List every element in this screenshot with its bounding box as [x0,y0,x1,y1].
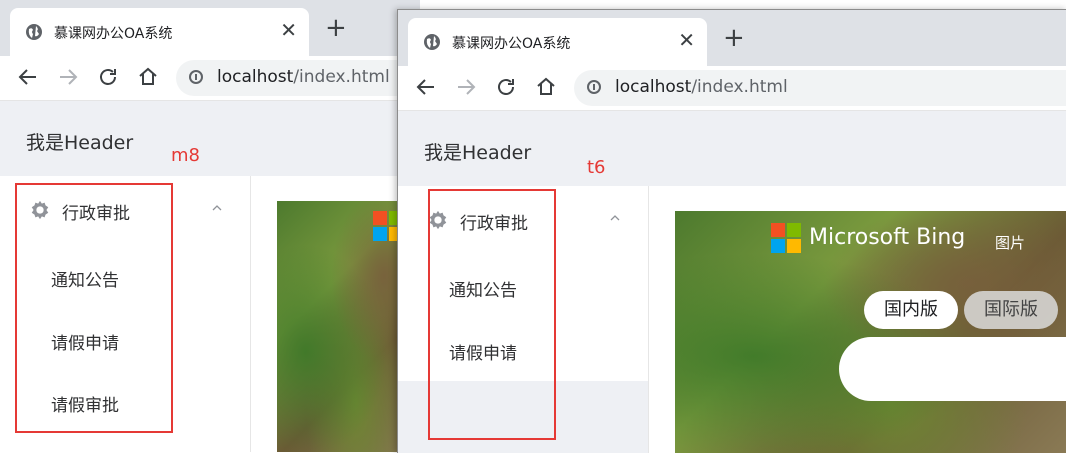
tab-title: 慕课网办公OA系统 [452,36,571,52]
main-content: Microsoft Bing 图片 国内版 国际版 [648,186,1066,453]
tab-international[interactable]: 国际版 [964,291,1058,329]
main-content [250,176,420,452]
page-header: 我是Header [26,132,134,154]
home-icon[interactable] [534,75,558,99]
chevron-up-icon [212,205,222,211]
reload-icon[interactable] [494,75,518,99]
globe-icon [26,24,42,40]
browser-toolbar: localhost/index.html [0,56,420,101]
bing-images-link[interactable]: 图片 [995,232,1025,253]
bing-brand[interactable]: Microsoft Bing [809,225,965,250]
url-text: localhost/index.html [615,77,788,97]
bing-search-input[interactable] [839,337,1066,401]
site-info-icon[interactable] [189,70,203,84]
bing-background-image: Microsoft Bing 图片 国内版 国际版 [675,211,1066,453]
microsoft-logo [771,223,802,254]
new-tab-button[interactable]: + [325,15,347,41]
tab-strip: 慕课网办公OA系统 ✕ + [0,0,420,56]
site-info-icon[interactable] [587,80,601,94]
reload-icon[interactable] [96,65,120,89]
home-icon[interactable] [136,65,160,89]
tab-title: 慕课网办公OA系统 [54,26,173,42]
chevron-up-icon [610,215,620,221]
annotation-label-t6: t6 [587,157,606,178]
annotation-box-m8 [15,183,173,433]
forward-icon[interactable] [454,75,478,99]
new-tab-button[interactable]: + [723,25,745,51]
close-tab-icon[interactable]: ✕ [678,30,695,50]
address-bar[interactable]: localhost/index.html [574,70,1066,106]
close-tab-icon[interactable]: ✕ [280,20,297,40]
browser-toolbar: localhost/index.html [398,66,1066,111]
forward-icon[interactable] [56,65,80,89]
browser-tab[interactable]: 慕课网办公OA系统 ✕ [10,8,309,56]
back-icon[interactable] [16,65,40,89]
url-text: localhost/index.html [217,67,390,87]
back-icon[interactable] [414,75,438,99]
browser-tab[interactable]: 慕课网办公OA系统 ✕ [408,18,707,66]
globe-icon [424,34,440,50]
annotation-label-m8: m8 [171,145,200,166]
tab-domestic[interactable]: 国内版 [864,291,958,329]
page-header: 我是Header [424,142,532,164]
tab-strip: 慕课网办公OA系统 ✕ + [398,10,1066,66]
annotation-box-t6 [428,189,556,440]
address-bar[interactable]: localhost/index.html [176,60,420,96]
